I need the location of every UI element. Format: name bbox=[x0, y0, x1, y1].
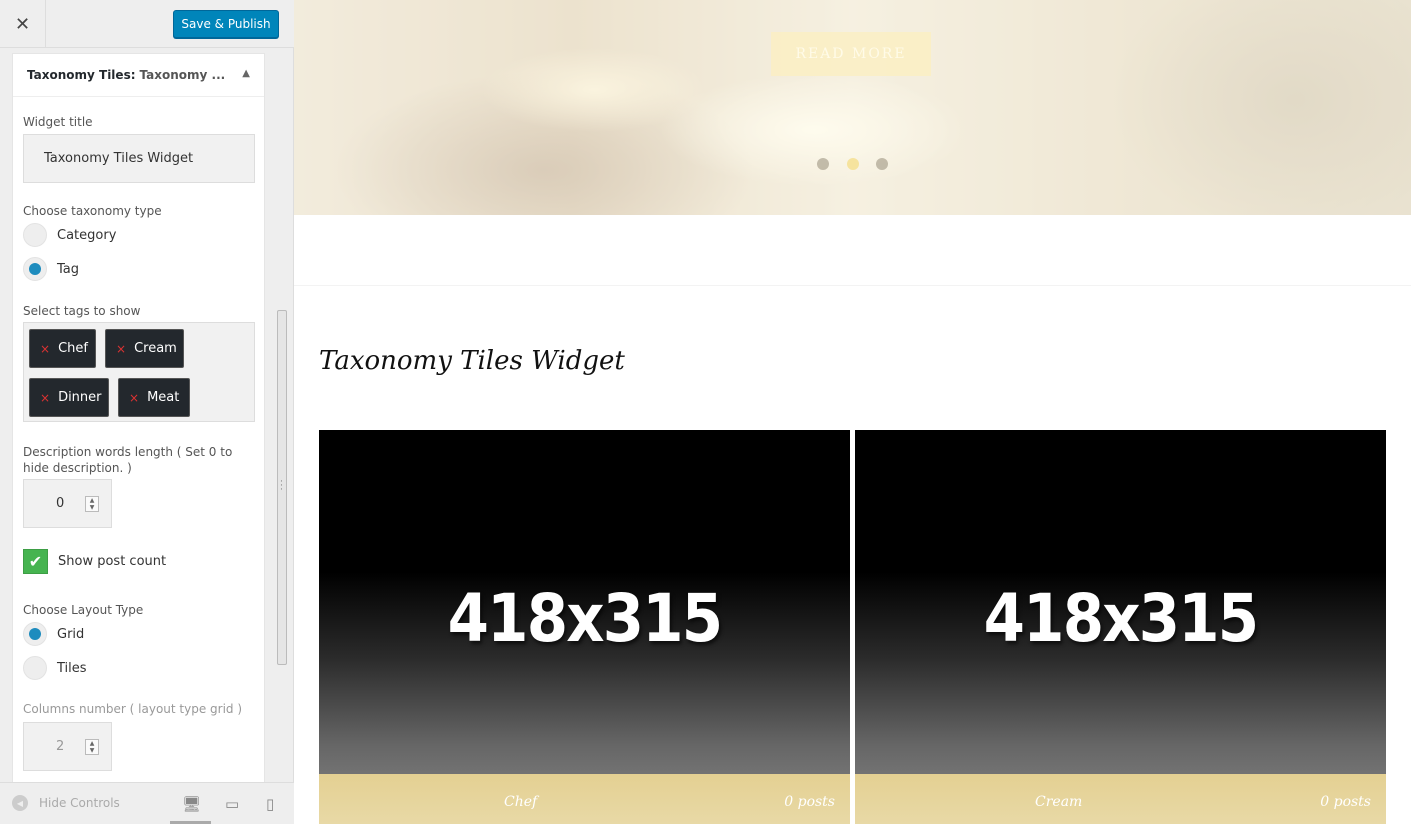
radio-button[interactable] bbox=[23, 656, 47, 680]
radio-label: Tiles bbox=[57, 660, 87, 676]
show-post-count-label: Show post count bbox=[58, 554, 167, 569]
widget-title-label: Widget title bbox=[23, 115, 93, 129]
placeholder-image: 418x315 bbox=[983, 580, 1259, 657]
tile-name[interactable]: Cream bbox=[1035, 794, 1082, 810]
tablet-icon[interactable]: ▭ bbox=[225, 795, 239, 813]
widget-form: Taxonomy Tiles: Taxonomy ... ▲ Widget ti… bbox=[12, 53, 265, 782]
remove-tag-icon[interactable]: × bbox=[40, 342, 50, 356]
slider-dot[interactable] bbox=[876, 158, 888, 170]
collapse-arrow-icon[interactable]: ▲ bbox=[242, 68, 250, 79]
save-publish-button[interactable]: Save & Publish bbox=[173, 10, 279, 38]
radio-label: Category bbox=[57, 227, 117, 243]
customizer-footer: ◀ Hide Controls 🖥 ▭ ▯ bbox=[0, 782, 294, 824]
checkmark-icon[interactable]: ✔ bbox=[23, 549, 48, 574]
customizer-sidebar: ✕ Save & Publish Taxonomy Tiles: Taxonom… bbox=[0, 0, 294, 824]
tile-post-count: 0 posts bbox=[1320, 794, 1371, 810]
widget-title-input[interactable]: Taxonomy Tiles Widget bbox=[23, 134, 255, 183]
widget-header-subtitle: Taxonomy ... bbox=[139, 68, 226, 82]
remove-tag-icon[interactable]: × bbox=[116, 342, 126, 356]
widget-header-title: Taxonomy Tiles: bbox=[27, 68, 136, 82]
tile-caption-bar bbox=[319, 774, 850, 824]
columns-number-value: 2 bbox=[56, 739, 65, 754]
customizer-header: ✕ Save & Publish bbox=[0, 0, 294, 48]
widget-panel-scroll[interactable]: Taxonomy Tiles: Taxonomy ... ▲ Widget ti… bbox=[0, 48, 276, 782]
spinner-icon[interactable]: ▲ ▼ bbox=[85, 496, 99, 512]
columns-number-input[interactable]: 2 ▲ ▼ bbox=[23, 722, 112, 771]
tag-label: Meat bbox=[147, 390, 180, 405]
site-preview: READ MORE Taxonomy Tiles Widget 418x315 … bbox=[294, 0, 1411, 824]
radio-button[interactable] bbox=[23, 622, 47, 646]
tag-chip-dinner: × Dinner bbox=[29, 378, 109, 417]
taxonomy-tile[interactable]: 418x315 Chef 0 posts bbox=[319, 430, 850, 824]
tag-label: Cream bbox=[134, 341, 177, 356]
hide-controls-button[interactable]: ◀ Hide Controls bbox=[12, 795, 120, 811]
tile-name[interactable]: Chef bbox=[504, 794, 537, 810]
tag-chip-cream: × Cream bbox=[105, 329, 184, 368]
widget-header[interactable]: Taxonomy Tiles: Taxonomy ... ▲ bbox=[13, 54, 264, 97]
hero-slider: READ MORE bbox=[294, 0, 1411, 215]
radio-label: Tag bbox=[57, 261, 80, 277]
placeholder-image: 418x315 bbox=[447, 580, 723, 657]
radio-tag[interactable]: Tag bbox=[23, 257, 79, 281]
radio-grid[interactable]: Grid bbox=[23, 622, 84, 646]
taxonomy-type-label: Choose taxonomy type bbox=[23, 204, 162, 218]
section-divider bbox=[294, 285, 1411, 286]
radio-tiles[interactable]: Tiles bbox=[23, 656, 87, 680]
spinner-icon[interactable]: ▲ ▼ bbox=[85, 739, 99, 755]
radio-label: Grid bbox=[57, 626, 85, 642]
mobile-icon[interactable]: ▯ bbox=[266, 795, 274, 813]
slider-dot[interactable] bbox=[817, 158, 829, 170]
description-length-input[interactable]: 0 ▲ ▼ bbox=[23, 479, 112, 528]
hide-controls-label: Hide Controls bbox=[39, 796, 120, 810]
select-tags-label: Select tags to show bbox=[23, 304, 141, 318]
radio-category[interactable]: Category bbox=[23, 223, 116, 247]
tag-label: Dinner bbox=[58, 390, 102, 405]
tag-chip-chef: × Chef bbox=[29, 329, 96, 368]
tag-chip-meat: × Meat bbox=[118, 378, 190, 417]
show-post-count-row[interactable]: ✔ Show post count bbox=[23, 549, 166, 574]
remove-tag-icon[interactable]: × bbox=[129, 391, 139, 405]
description-length-label: Description words length ( Set 0 to hide… bbox=[23, 445, 233, 475]
tag-label: Chef bbox=[58, 341, 88, 356]
tags-select-box[interactable]: × Chef × Cream × Dinner × Meat bbox=[23, 322, 255, 422]
description-length-value: 0 bbox=[56, 496, 65, 511]
tile-post-count: 0 posts bbox=[784, 794, 835, 810]
desktop-icon[interactable]: 🖥 bbox=[182, 795, 201, 813]
radio-button[interactable] bbox=[23, 223, 47, 247]
tile-caption-bar bbox=[855, 774, 1386, 824]
resize-grip-icon[interactable]: · · · bbox=[280, 478, 283, 495]
close-icon[interactable]: ✕ bbox=[0, 0, 46, 48]
collapse-left-icon: ◀ bbox=[12, 795, 28, 811]
slider-dot-active[interactable] bbox=[847, 158, 859, 170]
read-more-button[interactable]: READ MORE bbox=[771, 32, 931, 76]
taxonomy-tile[interactable]: 418x315 Cream 0 posts bbox=[855, 430, 1386, 824]
widget-section-title: Taxonomy Tiles Widget bbox=[319, 346, 625, 376]
columns-number-label: Columns number ( layout type grid ) bbox=[23, 702, 243, 716]
radio-button[interactable] bbox=[23, 257, 47, 281]
remove-tag-icon[interactable]: × bbox=[40, 391, 50, 405]
layout-type-label: Choose Layout Type bbox=[23, 603, 144, 617]
